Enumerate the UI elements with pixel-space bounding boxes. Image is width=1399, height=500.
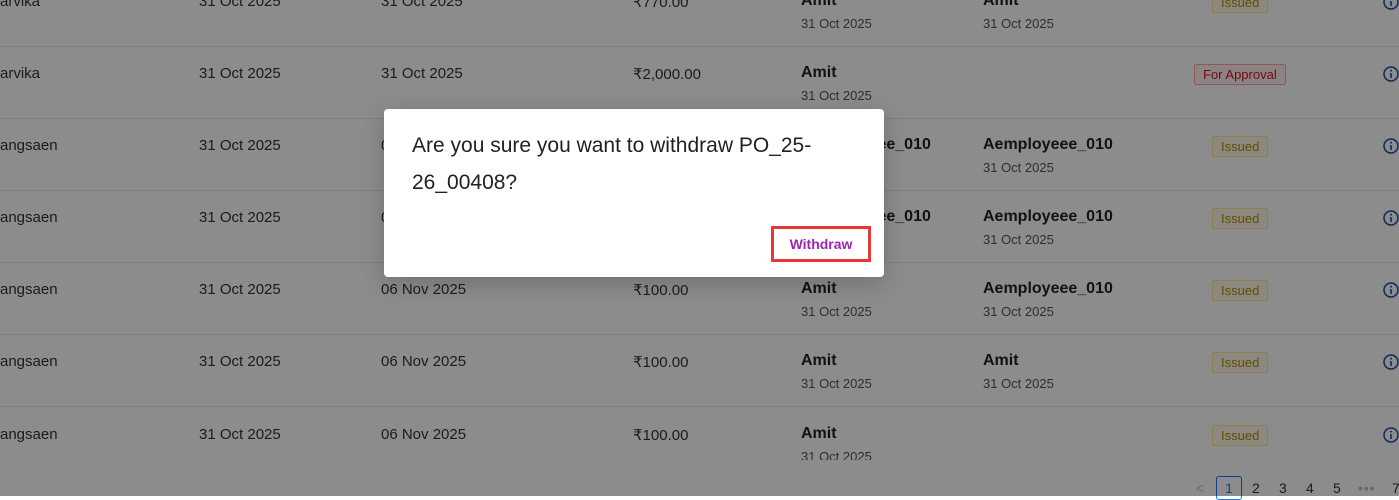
withdraw-confirm-dialog: Are you sure you want to withdraw PO_25-… [384,109,884,277]
withdraw-button[interactable]: Withdraw [771,226,871,262]
dialog-message: Are you sure you want to withdraw PO_25-… [412,134,812,194]
